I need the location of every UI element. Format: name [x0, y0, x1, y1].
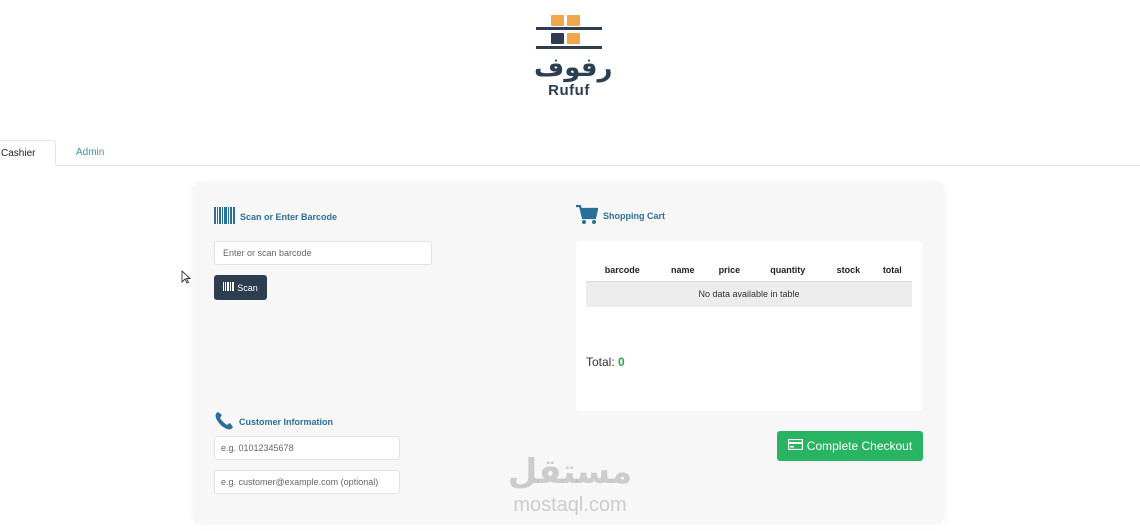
email-field[interactable]: [214, 470, 400, 494]
phone-field[interactable]: [214, 436, 400, 460]
scan-button-label: Scan: [237, 282, 258, 293]
tab-bar: Cashier Admin: [0, 140, 1140, 166]
logo-box: [567, 33, 580, 44]
barcode-input[interactable]: [214, 241, 432, 265]
column-header-total[interactable]: total: [872, 259, 912, 282]
tab-admin[interactable]: Admin: [66, 140, 114, 166]
barcode-icon: [223, 282, 235, 293]
column-header-quantity[interactable]: quantity: [751, 259, 824, 282]
logo-box: [551, 33, 564, 44]
empty-table-message: No data available in table: [586, 281, 912, 307]
total-label: Total:: [586, 355, 615, 369]
logo-box: [551, 15, 564, 26]
column-header-price[interactable]: price: [707, 259, 752, 282]
header: رفوف Rufuf: [0, 0, 1140, 130]
logo-arabic-text: رفوف: [534, 53, 613, 83]
scan-button[interactable]: Scan: [214, 275, 267, 300]
total-value: 0: [618, 355, 625, 369]
logo-box: [567, 15, 580, 26]
phone-icon: [214, 411, 234, 433]
logo-shelf: [536, 46, 602, 49]
cart-total: Total: 0: [586, 355, 625, 369]
barcode-icon: [214, 207, 235, 226]
table-row: No data available in table: [586, 281, 912, 307]
logo-english-text: Rufuf: [548, 82, 590, 99]
scan-section-title: Scan or Enter Barcode: [214, 207, 337, 226]
cart-box: barcode name price quantity stock total …: [576, 241, 922, 411]
column-header-stock[interactable]: stock: [824, 259, 873, 282]
logo-shelf: [536, 27, 602, 30]
cashier-panel: Scan or Enter Barcode Scan Shopping Cart: [193, 183, 944, 523]
cart-table: barcode name price quantity stock total …: [586, 259, 912, 307]
cart-section-title: Shopping Cart: [576, 204, 665, 227]
customer-section-label: Customer Information: [239, 417, 334, 427]
scan-section-label: Scan or Enter Barcode: [240, 211, 338, 222]
column-header-name[interactable]: name: [658, 259, 708, 282]
cart-table-header: barcode name price quantity stock total: [586, 259, 912, 282]
rufuf-logo: رفوف Rufuf: [534, 12, 613, 99]
mouse-cursor-icon: [181, 269, 192, 289]
credit-card-icon: [787, 438, 803, 453]
cart-icon: [576, 204, 599, 227]
complete-checkout-button[interactable]: Complete Checkout: [777, 431, 923, 461]
column-header-barcode[interactable]: barcode: [586, 259, 659, 282]
cart-section-label: Shopping Cart: [603, 211, 665, 221]
complete-checkout-label: Complete Checkout: [806, 439, 913, 453]
customer-section-title: Customer Information: [214, 411, 333, 433]
tab-cashier[interactable]: Cashier: [0, 140, 56, 166]
